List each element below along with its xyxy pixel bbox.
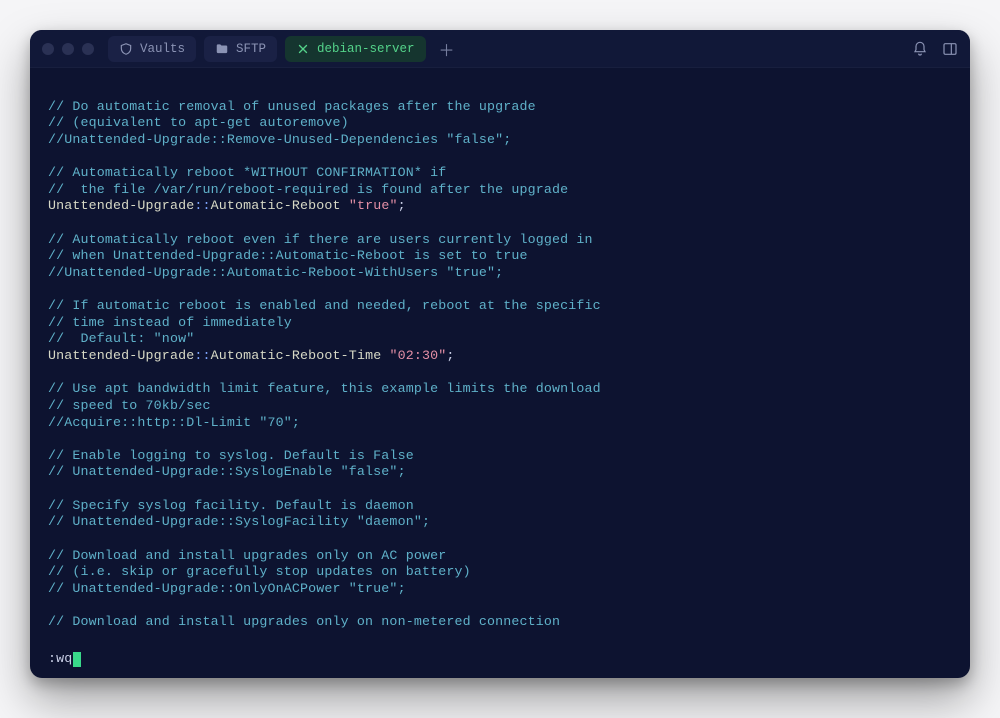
code-line: // If automatic reboot is enabled and ne… (48, 298, 952, 315)
titlebar: Vaults SFTP debian-server ＋ (30, 30, 970, 68)
traffic-close[interactable] (42, 43, 54, 55)
code-line: // Do automatic removal of unused packag… (48, 99, 952, 116)
code-line: // Specify syslog facility. Default is d… (48, 498, 952, 515)
code-line: Unattended-Upgrade::Automatic-Reboot-Tim… (48, 348, 952, 365)
code-line (48, 481, 952, 498)
code-line: //Acquire::http::Dl-Limit "70"; (48, 415, 952, 432)
bell-icon[interactable] (912, 41, 928, 57)
tab-debian-server[interactable]: debian-server (285, 36, 426, 62)
code-line: // Use apt bandwidth limit feature, this… (48, 381, 952, 398)
code-line: // Automatically reboot even if there ar… (48, 232, 952, 249)
code-line: // Unattended-Upgrade::OnlyOnACPower "tr… (48, 581, 952, 598)
shield-icon (119, 42, 133, 56)
terminal-window: Vaults SFTP debian-server ＋ // Do automa (30, 30, 970, 678)
panel-icon[interactable] (942, 41, 958, 57)
vim-command-text: :wq (48, 651, 72, 668)
code-line: // Automatically reboot *WITHOUT CONFIRM… (48, 165, 952, 182)
traffic-minimize[interactable] (62, 43, 74, 55)
titlebar-actions (912, 41, 958, 57)
code-line (48, 282, 952, 299)
tab-label: Vaults (140, 42, 185, 56)
new-tab-button[interactable]: ＋ (434, 36, 460, 62)
code-line (48, 149, 952, 166)
code-line (48, 597, 952, 614)
traffic-lights[interactable] (42, 43, 94, 55)
code-line: // (equivalent to apt-get autoremove) (48, 115, 952, 132)
traffic-zoom[interactable] (82, 43, 94, 55)
code-line: // time instead of immediately (48, 315, 952, 332)
code-line: // Enable logging to syslog. Default is … (48, 448, 952, 465)
tab-label: debian-server (317, 42, 415, 56)
folder-icon (215, 42, 229, 56)
code-line: //Unattended-Upgrade::Remove-Unused-Depe… (48, 132, 952, 149)
tab-label: SFTP (236, 42, 266, 56)
code-line (48, 531, 952, 548)
tab-sftp[interactable]: SFTP (204, 36, 277, 62)
code-line: // Unattended-Upgrade::SyslogEnable "fal… (48, 464, 952, 481)
code-line: // Unattended-Upgrade::SyslogFacility "d… (48, 514, 952, 531)
code-line: // (i.e. skip or gracefully stop updates… (48, 564, 952, 581)
vim-command-line[interactable]: :wq (48, 651, 952, 668)
code-line: //Unattended-Upgrade::Automatic-Reboot-W… (48, 265, 952, 282)
tab-vaults[interactable]: Vaults (108, 36, 196, 62)
code-line: // speed to 70kb/sec (48, 398, 952, 415)
code-line: // Default: "now" (48, 331, 952, 348)
cursor (73, 652, 81, 667)
code-line (48, 215, 952, 232)
code-line (48, 82, 952, 99)
code-line (48, 431, 952, 448)
code-line (48, 365, 952, 382)
code-line: // Download and install upgrades only on… (48, 614, 952, 631)
editor-viewport[interactable]: // Do automatic removal of unused packag… (30, 68, 970, 678)
code-line: // Download and install upgrades only on… (48, 548, 952, 565)
code-line: // when Unattended-Upgrade::Automatic-Re… (48, 248, 952, 265)
code-line: // the file /var/run/reboot-required is … (48, 182, 952, 199)
close-icon[interactable] (296, 42, 310, 56)
code-line: Unattended-Upgrade::Automatic-Reboot "tr… (48, 198, 952, 215)
